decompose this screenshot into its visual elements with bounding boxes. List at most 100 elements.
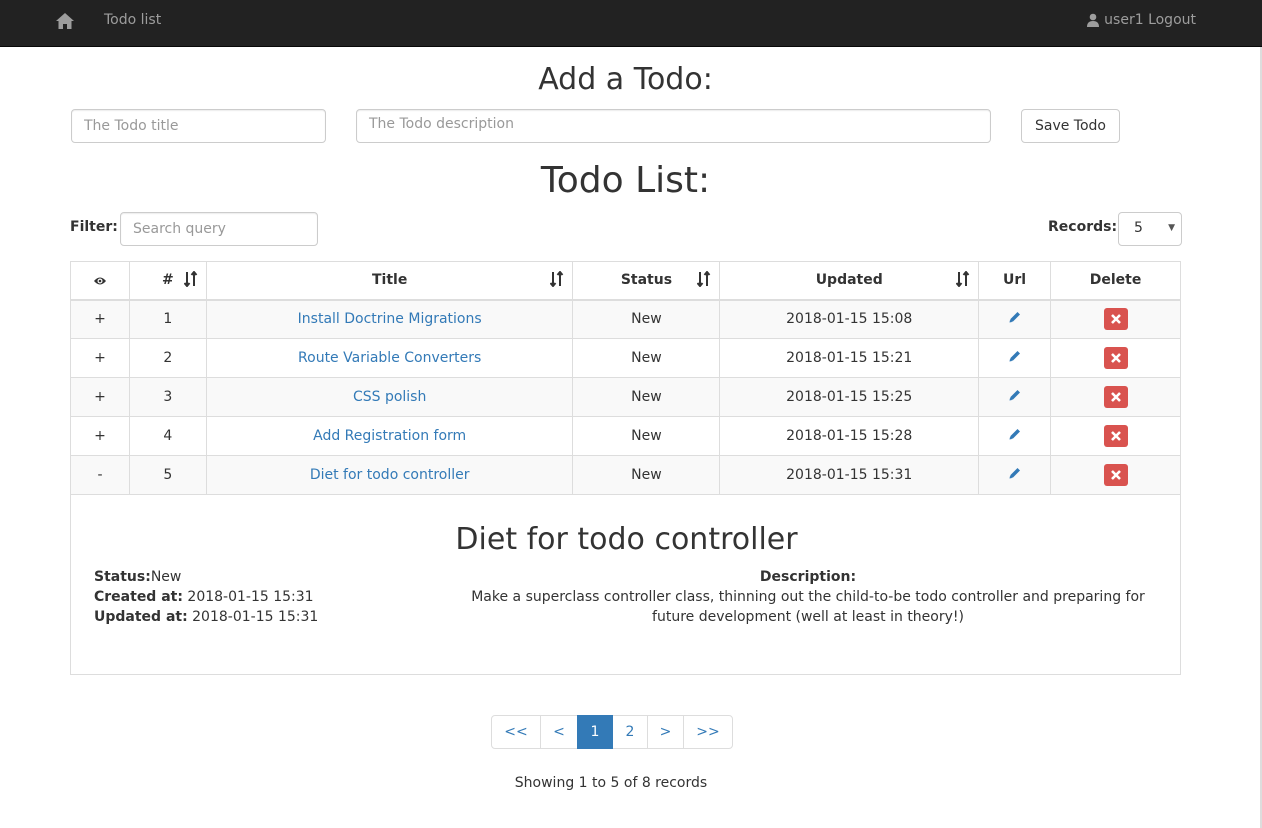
delete-button[interactable] bbox=[1103, 386, 1128, 408]
row-title-link[interactable]: Diet for todo controller bbox=[310, 467, 470, 483]
row-number: 5 bbox=[128, 455, 207, 495]
row-status: New bbox=[572, 299, 721, 339]
detail-created-value: 2018-01-15 15:31 bbox=[187, 589, 314, 605]
user-icon bbox=[1087, 13, 1100, 27]
add-todo-heading: Add a Todo: bbox=[538, 62, 713, 97]
row-expand-toggle[interactable]: - bbox=[70, 455, 130, 495]
remove-icon bbox=[1110, 431, 1121, 441]
page-first-button[interactable]: << bbox=[491, 715, 541, 749]
pencil-icon[interactable] bbox=[1008, 390, 1022, 406]
column-header-title[interactable]: Title bbox=[205, 261, 574, 301]
navbar: Todo list user1 Logout bbox=[0, 0, 1262, 47]
detail-status-label: Status: bbox=[94, 569, 151, 585]
row-number: 2 bbox=[128, 338, 207, 378]
table-row: + 2 Route Variable Converters New 2018-0… bbox=[70, 338, 1181, 378]
row-updated: 2018-01-15 15:08 bbox=[719, 299, 980, 339]
page-prev-button[interactable]: < bbox=[540, 715, 578, 749]
delete-button[interactable] bbox=[1103, 464, 1128, 486]
user-logout-link[interactable]: user1 Logout bbox=[1086, 12, 1196, 28]
records-label: Records: bbox=[1048, 219, 1118, 235]
column-header-number[interactable]: # bbox=[128, 261, 207, 301]
sort-icon bbox=[550, 271, 564, 287]
page-last-button[interactable]: >> bbox=[683, 715, 733, 749]
row-updated: 2018-01-15 15:31 bbox=[719, 455, 980, 495]
row-status: New bbox=[572, 377, 721, 417]
detail-created-label: Created at: bbox=[94, 589, 183, 605]
nav-todo-list-link[interactable]: Todo list bbox=[104, 12, 161, 28]
detail-description-text: Make a superclass controller class, thin… bbox=[471, 589, 1145, 625]
remove-icon bbox=[1110, 470, 1121, 480]
caret-down-icon: ▼ bbox=[1168, 223, 1175, 233]
row-expand-toggle[interactable]: + bbox=[70, 299, 130, 339]
row-title-link[interactable]: Route Variable Converters bbox=[298, 350, 481, 366]
row-expand-toggle[interactable]: + bbox=[70, 338, 130, 378]
table-row: + 3 CSS polish New 2018-01-15 15:25 bbox=[70, 377, 1181, 417]
page-2-button[interactable]: 2 bbox=[612, 715, 648, 749]
delete-button[interactable] bbox=[1103, 425, 1128, 447]
row-expand-toggle[interactable]: + bbox=[70, 377, 130, 417]
user-logout-label: user1 Logout bbox=[1104, 12, 1196, 28]
eye-icon bbox=[93, 277, 106, 285]
column-header-status-label: Status bbox=[620, 272, 673, 289]
row-number: 3 bbox=[128, 377, 207, 417]
pencil-icon[interactable] bbox=[1008, 468, 1022, 484]
row-updated: 2018-01-15 15:28 bbox=[719, 416, 980, 456]
remove-icon bbox=[1110, 392, 1121, 402]
row-title-link[interactable]: Install Doctrine Migrations bbox=[298, 311, 482, 327]
column-header-title-label: Title bbox=[371, 272, 408, 289]
pencil-icon[interactable] bbox=[1008, 351, 1022, 367]
home-icon[interactable] bbox=[55, 11, 77, 33]
row-title-link[interactable]: Add Registration form bbox=[313, 428, 466, 444]
pagination: << < 1 2 > >> bbox=[491, 715, 733, 749]
filter-label: Filter: bbox=[70, 219, 118, 235]
detail-description-label: Description: bbox=[759, 569, 857, 585]
remove-icon bbox=[1110, 314, 1121, 325]
column-header-updated-label: Updated bbox=[815, 272, 883, 289]
pencil-icon[interactable] bbox=[1008, 429, 1022, 445]
sort-icon bbox=[183, 271, 198, 287]
detail-description: Description: Make a superclass controlle… bbox=[464, 567, 1152, 627]
filter-search-input[interactable] bbox=[120, 212, 318, 246]
row-status: New bbox=[572, 416, 721, 456]
todo-table: # Title Status Updated Url Delete + 1 In… bbox=[70, 261, 1181, 495]
records-select-value: 5 bbox=[1134, 220, 1143, 236]
todo-description-input[interactable] bbox=[356, 109, 991, 143]
records-summary: Showing 1 to 5 of 8 records bbox=[514, 775, 708, 791]
table-header-row: # Title Status Updated Url Delete bbox=[70, 261, 1181, 301]
detail-status-value: New bbox=[150, 569, 182, 585]
row-status: New bbox=[572, 338, 721, 378]
todo-detail-panel: Diet for todo controller Status:New Crea… bbox=[70, 494, 1181, 675]
sort-icon bbox=[956, 271, 970, 287]
delete-button[interactable] bbox=[1103, 308, 1128, 331]
table-row: + 1 Install Doctrine Migrations New 2018… bbox=[70, 299, 1181, 339]
table-row: - 5 Diet for todo controller New 2018-01… bbox=[70, 455, 1181, 495]
save-todo-button[interactable]: Save Todo bbox=[1021, 109, 1120, 143]
sort-icon bbox=[697, 271, 711, 287]
todo-title-input[interactable] bbox=[71, 109, 326, 143]
detail-updated-value: 2018-01-15 15:31 bbox=[192, 609, 319, 625]
delete-button[interactable] bbox=[1103, 347, 1128, 369]
remove-icon bbox=[1110, 353, 1121, 363]
column-header-updated[interactable]: Updated bbox=[719, 261, 980, 301]
column-header-url: Url bbox=[978, 261, 1052, 301]
detail-meta: Status:New Created at: 2018-01-15 15:31 … bbox=[94, 567, 318, 627]
table-row: + 4 Add Registration form New 2018-01-15… bbox=[70, 416, 1181, 456]
column-header-status[interactable]: Status bbox=[572, 261, 721, 301]
page-1-button[interactable]: 1 bbox=[577, 715, 613, 749]
row-status: New bbox=[572, 455, 721, 495]
row-updated: 2018-01-15 15:21 bbox=[719, 338, 980, 378]
records-per-page-select[interactable]: 5 ▼ bbox=[1118, 212, 1182, 246]
column-header-view bbox=[70, 261, 130, 301]
page-next-button[interactable]: > bbox=[647, 715, 684, 749]
row-expand-toggle[interactable]: + bbox=[70, 416, 130, 456]
row-number: 4 bbox=[128, 416, 207, 456]
pencil-icon[interactable] bbox=[1008, 312, 1022, 328]
column-header-delete: Delete bbox=[1050, 261, 1181, 301]
todo-list-heading: Todo List: bbox=[540, 160, 711, 201]
detail-title: Diet for todo controller bbox=[455, 522, 798, 557]
row-title-link[interactable]: CSS polish bbox=[353, 389, 426, 405]
detail-updated-label: Updated at: bbox=[94, 609, 188, 625]
row-number: 1 bbox=[128, 299, 207, 339]
row-updated: 2018-01-15 15:25 bbox=[719, 377, 980, 417]
column-header-number-label: # bbox=[162, 272, 174, 289]
